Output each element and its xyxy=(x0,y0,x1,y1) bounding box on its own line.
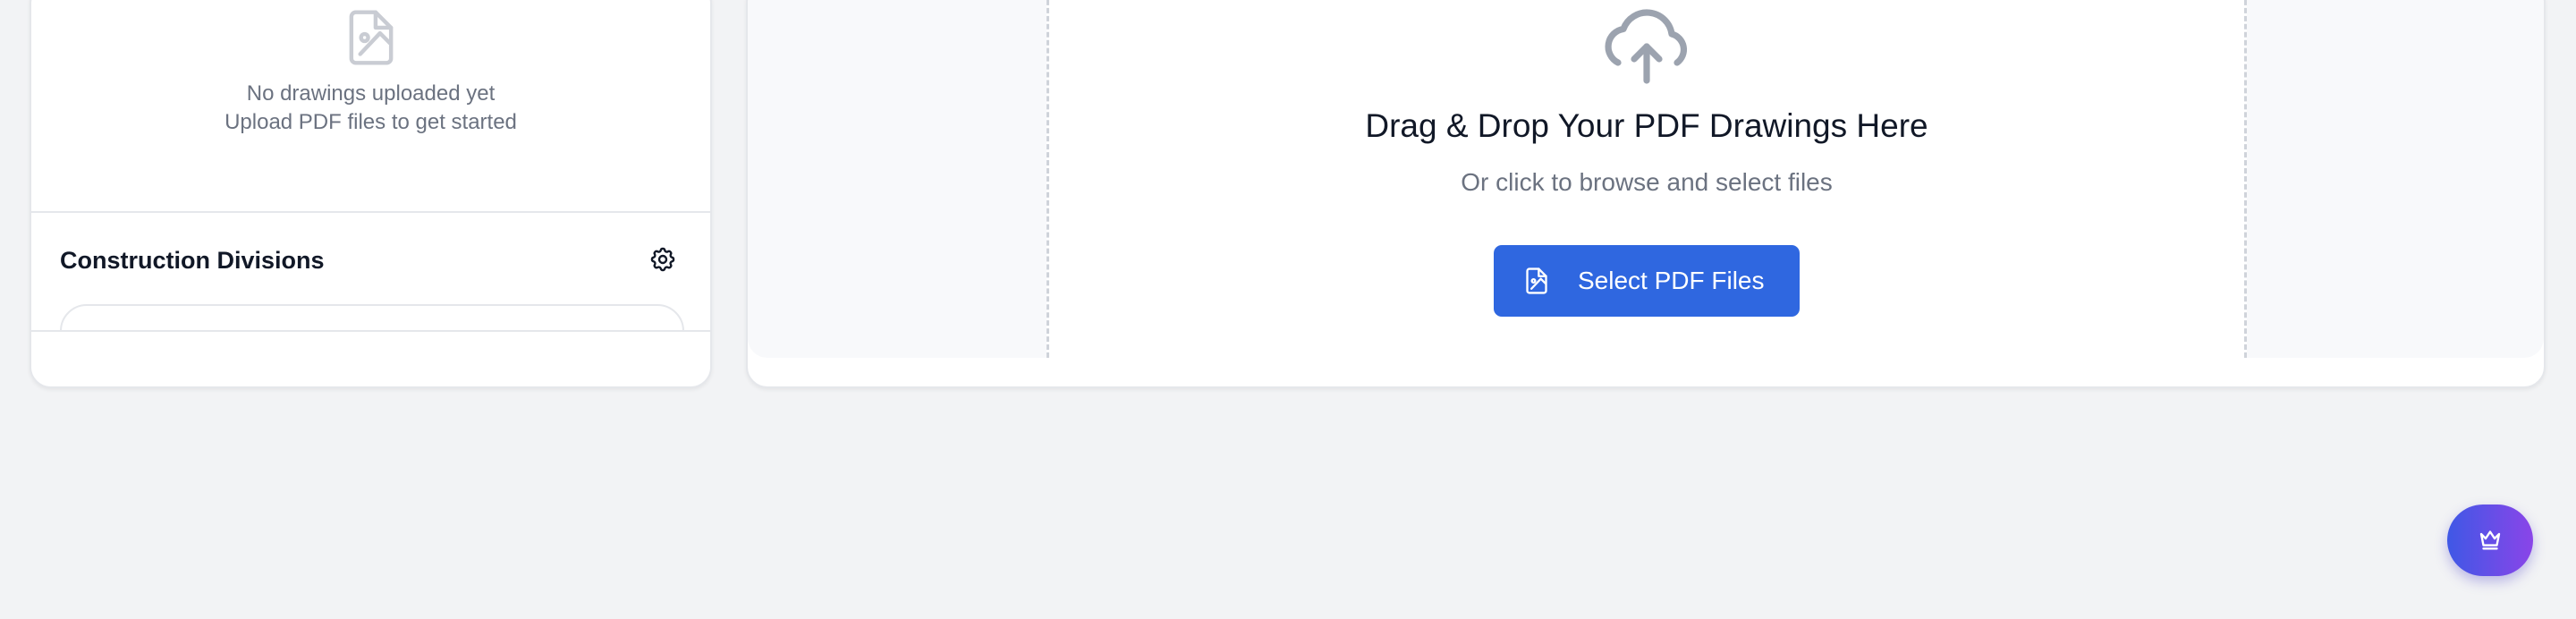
image-file-icon xyxy=(344,9,398,66)
empty-state-title: No drawings uploaded yet xyxy=(246,81,496,106)
dropzone-subtitle: Or click to browse and select files xyxy=(1461,168,1833,196)
upgrade-fab-button[interactable] xyxy=(2447,505,2533,576)
cloud-upload-icon xyxy=(1604,7,1690,86)
upload-card: Drag & Drop Your PDF Drawings Here Or cl… xyxy=(746,0,2546,388)
gear-icon xyxy=(648,245,677,278)
section-divider xyxy=(31,211,710,213)
empty-drawings-state: No drawings uploaded yet Upload PDF file… xyxy=(31,2,710,193)
select-pdf-files-label: Select PDF Files xyxy=(1578,267,1765,294)
crown-icon xyxy=(2477,525,2504,556)
image-file-icon xyxy=(1522,265,1551,297)
drawings-sidebar-card: No drawings uploaded yet Upload PDF file… xyxy=(30,0,712,388)
divisions-settings-button[interactable] xyxy=(645,243,681,279)
empty-state-hint: Upload PDF files to get started xyxy=(225,110,517,134)
select-pdf-files-button[interactable]: Select PDF Files xyxy=(1494,245,1800,317)
sidebar-footer xyxy=(31,330,710,386)
construction-divisions-title: Construction Divisions xyxy=(60,247,325,274)
dropzone-title: Drag & Drop Your PDF Drawings Here xyxy=(1365,107,1928,144)
